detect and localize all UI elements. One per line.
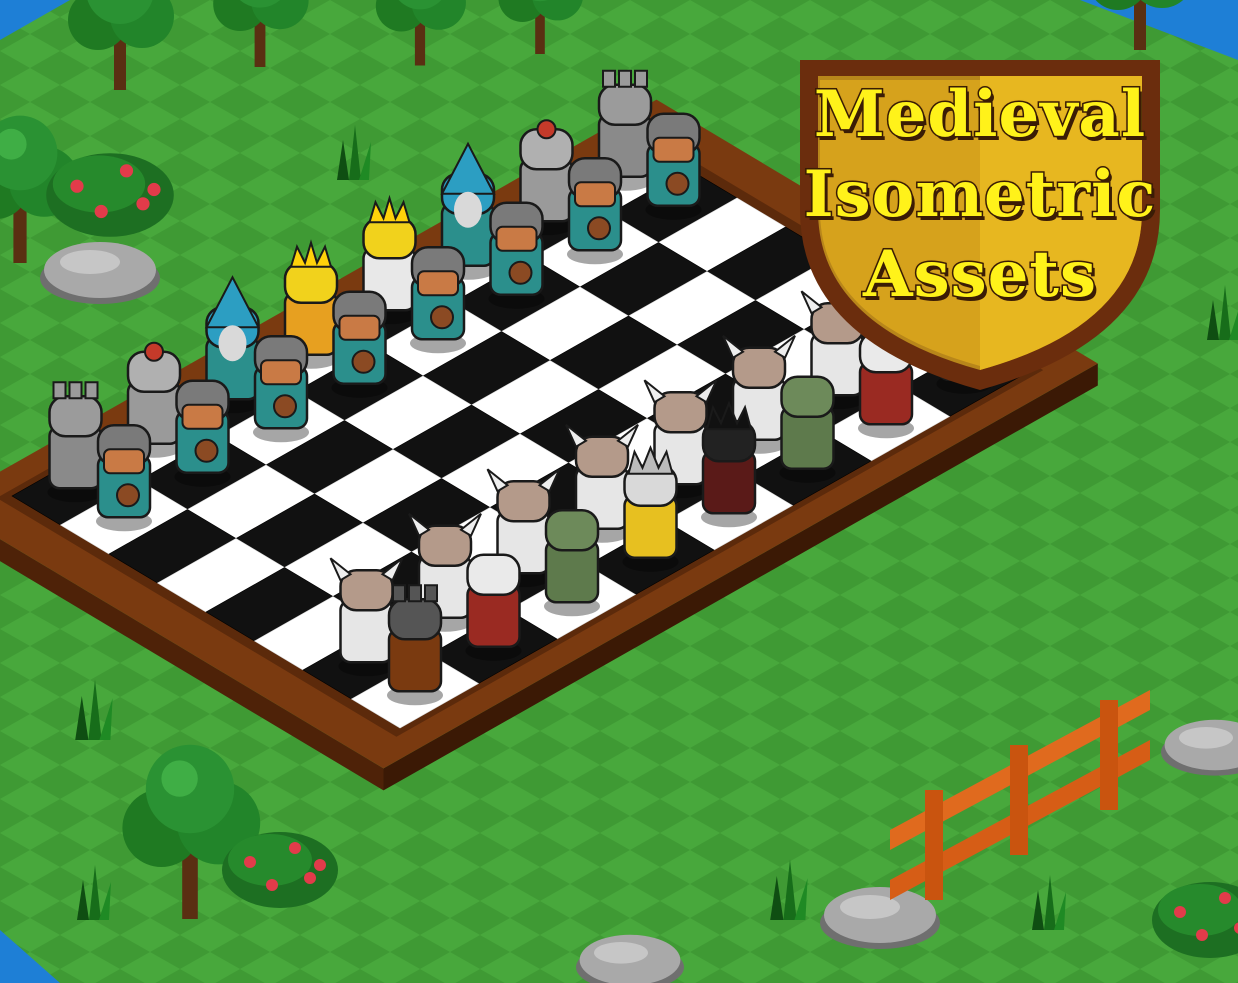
title-line-medieval: Medieval <box>812 77 1147 152</box>
black-undead-queen-piece[interactable] <box>622 445 679 572</box>
white-rook-piece[interactable] <box>47 381 104 503</box>
title-line-assets: Assets <box>861 237 1098 312</box>
white-pawn-piece[interactable] <box>253 335 309 443</box>
black-tower-piece[interactable] <box>387 584 443 706</box>
black-skeleton-piece[interactable] <box>465 553 522 661</box>
black-undead-king-piece[interactable] <box>701 400 757 528</box>
white-pawn-piece[interactable] <box>488 201 545 309</box>
white-pawn-piece[interactable] <box>96 424 152 532</box>
title-line-isometric: Isometric <box>802 157 1157 232</box>
title-badge: Medieval Isometric Assets <box>760 40 1200 400</box>
white-pawn-piece[interactable] <box>645 112 702 220</box>
bush-icon <box>222 832 338 908</box>
white-pawn-piece[interactable] <box>567 157 623 265</box>
white-pawn-piece[interactable] <box>331 290 388 398</box>
white-pawn-piece[interactable] <box>174 379 231 487</box>
black-orc-piece[interactable] <box>544 509 600 617</box>
bush-icon <box>46 153 174 237</box>
white-pawn-piece[interactable] <box>410 246 466 354</box>
game-scene: Medieval Isometric Assets <box>0 0 1238 983</box>
